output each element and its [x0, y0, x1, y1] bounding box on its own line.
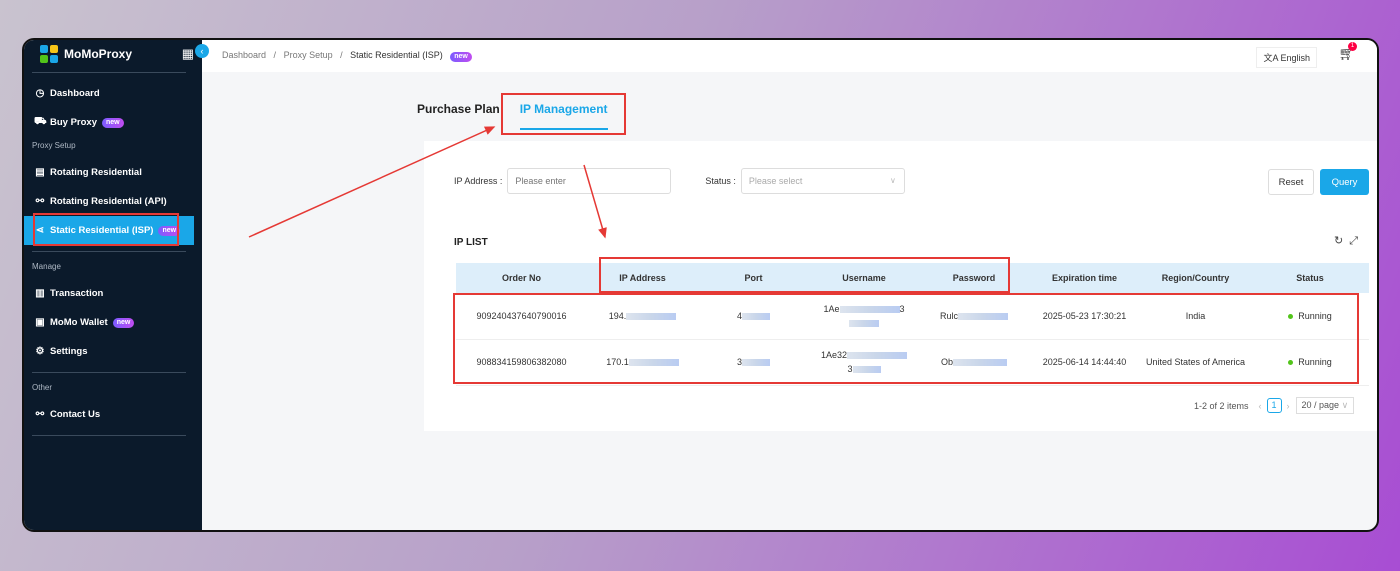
- app-window: MoMoProxy ▦ ◷ Dashboard ⛟ Buy Proxy new …: [22, 38, 1379, 532]
- collapse-sidebar-button[interactable]: ‹: [195, 44, 209, 58]
- annotation-arrows: [248, 126, 607, 239]
